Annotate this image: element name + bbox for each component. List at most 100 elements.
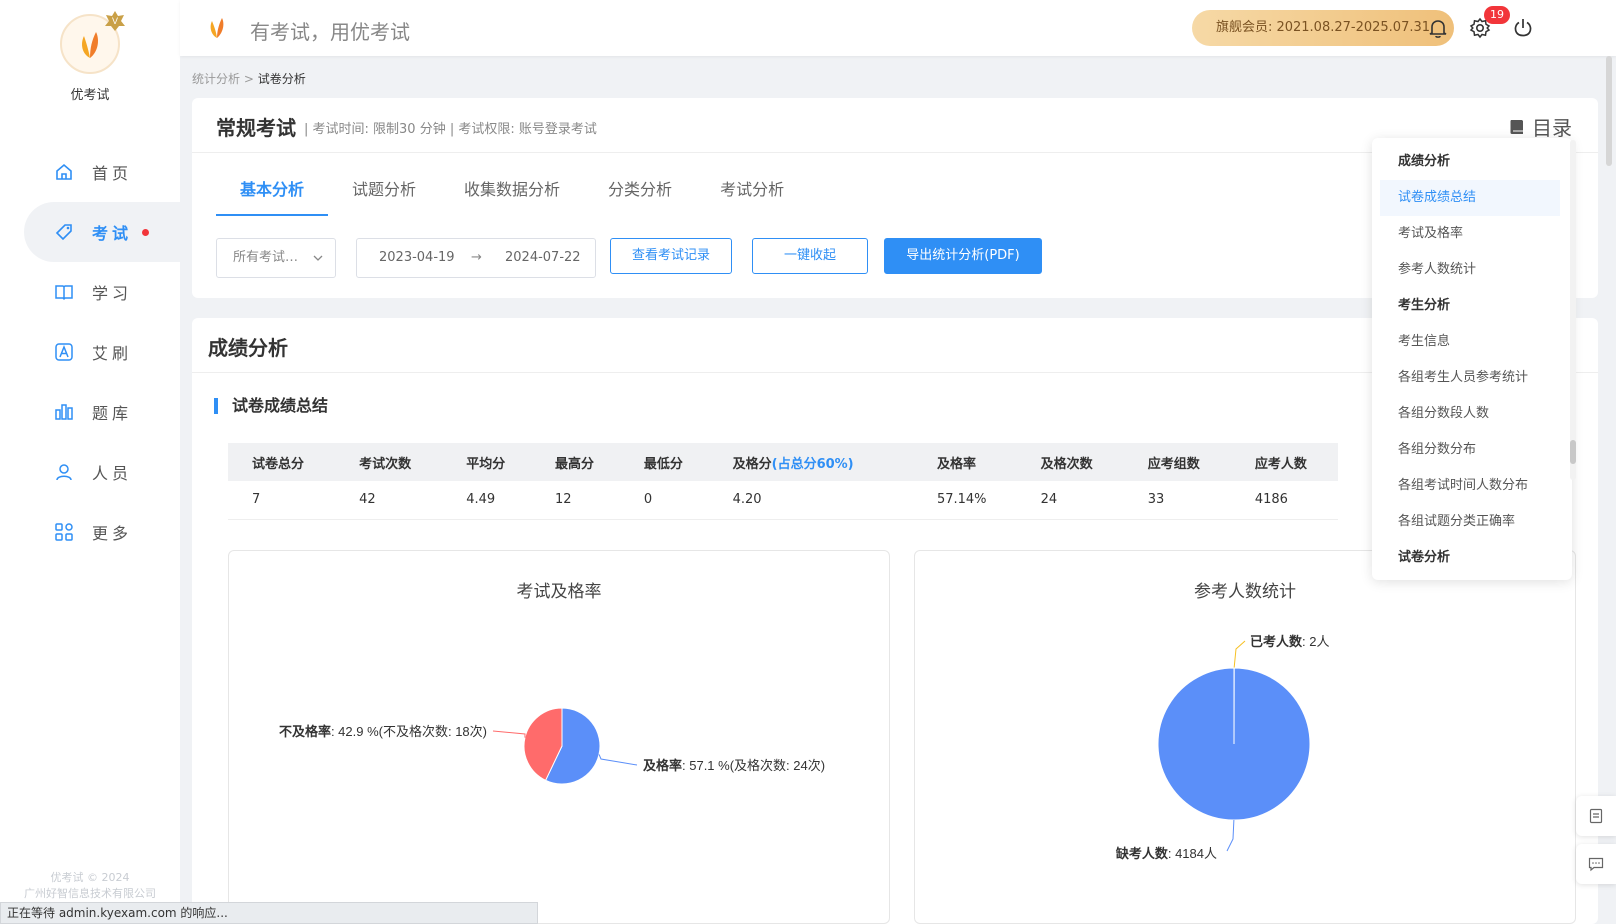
table-header: 考试次数 — [335, 443, 443, 481]
browser-status-bar: 正在等待 admin.kyexam.com 的响应... — [0, 902, 538, 924]
app-logo[interactable]: V — [60, 11, 125, 74]
tab-collected-data-analysis[interactable]: 收集数据分析 — [440, 180, 584, 216]
table-header-pass-score: 及格分(占总分60%) — [708, 443, 913, 481]
sidebar-item-brush[interactable]: 艾刷 — [0, 322, 180, 382]
date-range-picker[interactable]: 2023-04-19 → 2024-07-22 — [356, 238, 596, 278]
table-row: 7 42 4.49 12 0 4.20 57.14% 24 33 4186 — [228, 481, 1338, 520]
pass-rate-pie-chart: 及格率: 57.1 %(及格次数: 24次) 不及格率: 42.9 %(不及格次数… — [279, 707, 825, 785]
catalog-group-heading[interactable]: 考生分析 — [1372, 288, 1572, 324]
table-header: 及格率 — [912, 443, 1017, 481]
catalog-item[interactable]: 各组试题分类正确率 — [1372, 504, 1572, 540]
pie-label-value: : 2人 — [1302, 634, 1329, 649]
leaf-logo-icon — [82, 32, 98, 58]
catalog-item[interactable]: 考试及格率 — [1372, 216, 1572, 252]
bar-chart-icon — [55, 404, 73, 420]
catalog-item[interactable]: 参考人数统计 — [1372, 252, 1572, 288]
catalog-item[interactable]: 各组分数分布 — [1372, 432, 1572, 468]
membership-badge[interactable]: 旗舰会员: 2021.08.27-2025.07.31 — [1192, 10, 1454, 46]
breadcrumb-separator: > — [243, 72, 254, 86]
page-scrollbar[interactable] — [1606, 56, 1612, 166]
exam-select-value: 所有考试… — [233, 250, 299, 265]
sidebar-item-label: 题库 — [92, 404, 133, 423]
date-to[interactable]: 2024-07-22 — [505, 239, 581, 277]
tab-category-analysis[interactable]: 分类分析 — [584, 180, 696, 216]
table-header: 应考人数 — [1230, 443, 1338, 481]
pie-label-value: : 42.9 %(不及格次数: 18次) — [331, 724, 487, 739]
view-records-button[interactable]: 查看考试记录 — [610, 238, 732, 274]
catalog-item[interactable]: 试卷成绩总结 — [1380, 180, 1560, 216]
bell-icon[interactable] — [1427, 17, 1449, 39]
sidebar-nav: 首页 考试 学习 艾刷 题库 人员 更多 — [0, 142, 180, 562]
pie-label-line — [1233, 640, 1246, 669]
pie-label: 及格率: 57.1 %(及格次数: 24次) — [643, 758, 825, 773]
table-cell: 4.49 — [442, 481, 532, 520]
tab-basic-analysis[interactable]: 基本分析 — [216, 180, 329, 216]
copyright-line: 优考试 © 2024 — [50, 871, 130, 884]
sidebar-item-label: 人员 — [92, 464, 133, 483]
table-cell: 4.20 — [708, 481, 913, 520]
date-from[interactable]: 2023-04-19 — [379, 239, 455, 277]
table-header: 试卷总分 — [228, 443, 336, 481]
pie-label-name: 不及格率 — [279, 724, 331, 739]
table-header: 最高分 — [531, 443, 620, 481]
power-icon[interactable] — [1512, 17, 1534, 39]
notification-dot — [142, 228, 150, 236]
sidebar-item-label: 艾刷 — [92, 344, 133, 363]
catalog-scrollbar-track[interactable] — [1570, 140, 1576, 480]
catalog-item[interactable]: 各组分数段人数 — [1372, 396, 1572, 432]
pie-label-name: 已考人数 — [1250, 634, 1303, 649]
sidebar-item-home[interactable]: 首页 — [0, 142, 180, 202]
table-cell: 24 — [1016, 481, 1124, 520]
book-icon — [1510, 119, 1523, 134]
section-title: 成绩分析 — [208, 336, 288, 360]
app-name: 优考试 — [70, 88, 110, 103]
sidebar-item-more[interactable]: 更多 — [0, 502, 180, 562]
exam-select[interactable]: 所有考试… — [216, 238, 336, 278]
top-header: 有考试，用优考试 旗舰会员: 2021.08.27-2025.07.31 19 — [180, 0, 1616, 56]
date-arrow: → — [471, 250, 482, 265]
sidebar-item-question-bank[interactable]: 题库 — [0, 382, 180, 442]
catalog-button[interactable]: 目录 — [1508, 112, 1572, 141]
export-pdf-button[interactable]: 导出统计分析(PDF) — [884, 238, 1042, 274]
table-header: 及格次数 — [1016, 443, 1124, 481]
tab-exam-analysis[interactable]: 考试分析 — [696, 180, 808, 216]
catalog-group-heading[interactable]: 试卷分析 — [1372, 540, 1572, 576]
pie-label-line — [598, 754, 638, 766]
user-icon — [56, 464, 72, 481]
catalog-item[interactable]: 各组考试时间人数分布 — [1372, 468, 1572, 504]
sidebar-item-people[interactable]: 人员 — [0, 442, 180, 502]
pie-slice[interactable] — [1157, 667, 1311, 821]
sidebar-item-exam[interactable]: 考试 — [24, 202, 180, 262]
chat-float-button[interactable] — [1576, 844, 1616, 884]
pass-rate-chart-card: 考试及格率 及格率: 57.1 %(及格次数: 24次) 不及格率: 42.9 %… — [228, 550, 890, 924]
sidebar-item-study[interactable]: 学习 — [0, 262, 180, 322]
gear-icon[interactable] — [1469, 17, 1491, 39]
breadcrumb-current: 试卷分析 — [257, 72, 306, 86]
sidebar-item-label: 考试 — [92, 224, 133, 243]
pie-label-line — [1226, 819, 1235, 852]
table-cell: 0 — [619, 481, 709, 520]
breadcrumb: 统计分析 > 试卷分析 — [192, 70, 306, 87]
exam-title: 常规考试 — [216, 116, 296, 140]
vip-badge-icon: V — [105, 11, 125, 31]
pass-score-note: (占总分60%) — [771, 456, 854, 472]
catalog-scrollbar-thumb[interactable] — [1570, 440, 1576, 464]
breadcrumb-parent[interactable]: 统计分析 — [192, 72, 240, 86]
document-icon — [1589, 808, 1603, 824]
table-cell: 42 — [335, 481, 443, 520]
pie-label-value: : 57.1 %(及格次数: 24次) — [682, 758, 825, 773]
catalog-item[interactable]: 各组考生人员参考统计 — [1372, 360, 1572, 396]
chevron-down-icon — [313, 255, 323, 261]
tab-question-analysis[interactable]: 试题分析 — [328, 180, 440, 216]
copyright: 优考试 © 2024 广州好智信息技术有限公司 — [0, 870, 180, 902]
table-cell: 57.14% — [912, 481, 1017, 520]
analysis-tabs: 基本分析 试题分析 收集数据分析 分类分析 考试分析 — [216, 180, 808, 216]
sub-title: 试卷成绩总结 — [214, 398, 328, 414]
pie-label: 不及格率: 42.9 %(不及格次数: 18次) — [279, 724, 487, 739]
notes-float-button[interactable] — [1576, 796, 1616, 836]
catalog-group-heading[interactable]: 成绩分析 — [1372, 144, 1572, 180]
catalog-item[interactable]: 考生信息 — [1372, 324, 1572, 360]
table-header: 应考组数 — [1123, 443, 1231, 481]
table-header: 平均分 — [442, 443, 532, 481]
collapse-all-button[interactable]: 一键收起 — [752, 238, 868, 274]
